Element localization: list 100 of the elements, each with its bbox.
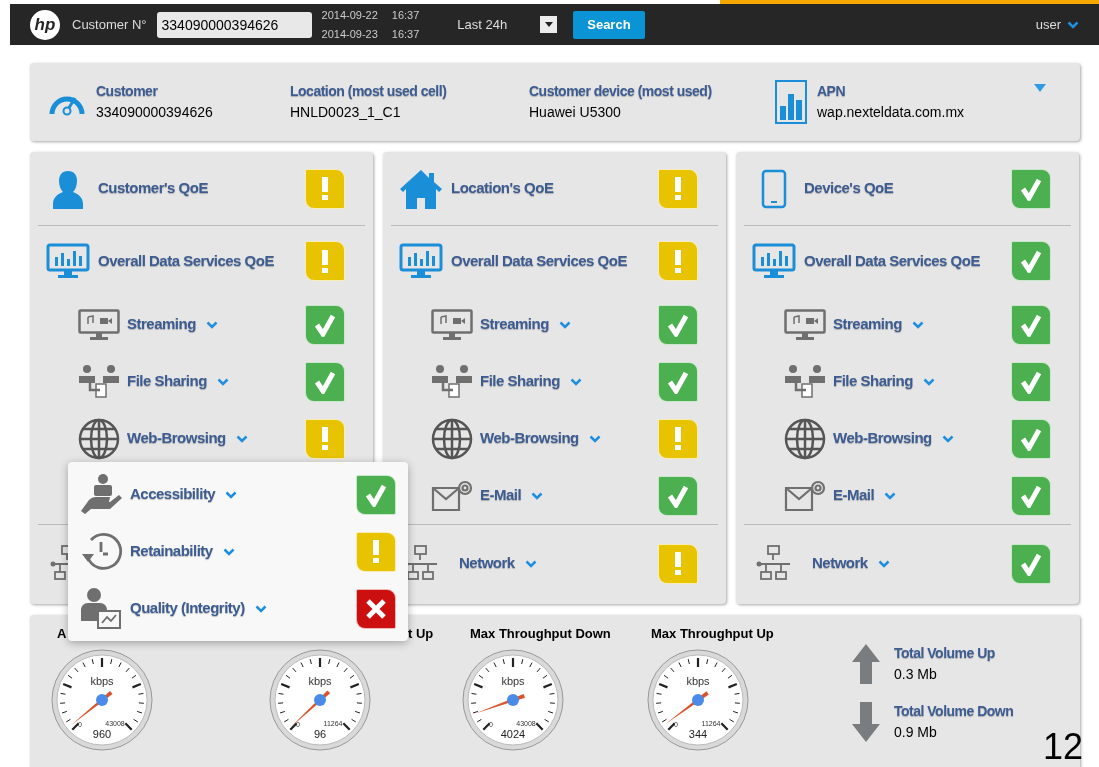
panel-title: Location's QoE bbox=[451, 178, 555, 199]
gauge-value-text: 344 bbox=[688, 728, 708, 740]
gauge-value-text: 96 bbox=[313, 728, 327, 740]
gauge-title: Max Throughput Up bbox=[651, 625, 774, 640]
check-icon bbox=[1020, 369, 1042, 394]
phone-icon bbox=[759, 168, 789, 209]
volume-label: Total Volume Up bbox=[894, 644, 995, 663]
exclamation-icon bbox=[322, 249, 328, 273]
exclamation-icon bbox=[675, 427, 681, 450]
person-icon bbox=[52, 168, 84, 209]
info-label: Customer device (most used) bbox=[529, 82, 712, 101]
date-text: 2014-09-23 bbox=[321, 27, 378, 42]
service-label[interactable]: E-Mail bbox=[833, 484, 875, 507]
section-title: Overall Data Services QoE bbox=[804, 250, 981, 271]
exclamation-icon bbox=[675, 552, 681, 575]
gauge-title: Max Throughput Down bbox=[470, 625, 611, 640]
chevron-icon bbox=[225, 490, 238, 499]
period-select[interactable]: Last 24h bbox=[457, 14, 508, 35]
menu-item-label[interactable]: Quality (Integrity) bbox=[130, 597, 245, 620]
check-icon bbox=[1020, 551, 1042, 576]
globe-icon bbox=[431, 417, 473, 460]
volume-label: Total Volume Down bbox=[894, 702, 1014, 721]
date-text: 2014-09-22 bbox=[321, 7, 378, 23]
service-label[interactable]: File Sharing bbox=[480, 370, 560, 393]
service-label[interactable]: Web-Browsing bbox=[127, 427, 226, 450]
exclamation-icon bbox=[373, 540, 379, 563]
check-icon bbox=[1020, 426, 1042, 451]
info-value: HNLD0023_1_C1 bbox=[290, 103, 402, 122]
service-label[interactable]: Web-Browsing bbox=[833, 427, 932, 450]
envelope-icon bbox=[784, 479, 826, 512]
service-label[interactable]: File Sharing bbox=[833, 370, 913, 393]
check-icon bbox=[314, 369, 336, 394]
exclamation-icon bbox=[322, 177, 328, 200]
service-label[interactable]: Streaming bbox=[833, 313, 902, 336]
page-number: 12 bbox=[1042, 729, 1083, 765]
chevron-icon bbox=[558, 320, 571, 329]
service-label[interactable]: E-Mail bbox=[480, 484, 522, 507]
info-label: Customer bbox=[96, 82, 159, 101]
monitor-media-icon bbox=[78, 308, 120, 341]
unit-text: kbps bbox=[308, 675, 332, 687]
check-icon bbox=[667, 483, 689, 508]
section-title: Overall Data Services QoE bbox=[98, 250, 275, 271]
monitor-chart-icon bbox=[399, 243, 443, 279]
network-label[interactable]: Network bbox=[812, 552, 868, 575]
down-arrow-icon bbox=[852, 702, 880, 742]
check-icon bbox=[314, 312, 336, 337]
people-exchange-icon bbox=[78, 363, 120, 400]
menu-item-label[interactable]: Retainability bbox=[130, 540, 213, 563]
chevron-icon bbox=[531, 491, 544, 500]
exclamation-icon bbox=[675, 249, 681, 273]
gauge-title: t Up bbox=[408, 625, 434, 640]
user-menu[interactable]: user bbox=[1035, 14, 1061, 35]
service-label[interactable]: Web-Browsing bbox=[480, 427, 579, 450]
chevron-icon bbox=[569, 377, 582, 386]
search-button[interactable]: Search bbox=[573, 10, 645, 39]
globe-icon bbox=[78, 417, 120, 460]
monitor-chart-icon bbox=[752, 243, 796, 279]
service-label[interactable]: File Sharing bbox=[127, 370, 207, 393]
monitor-media-icon bbox=[784, 308, 826, 341]
field-label: Customer N° bbox=[72, 15, 147, 34]
gauge-title: A bbox=[57, 625, 67, 640]
bar-chart-icon bbox=[775, 80, 807, 124]
chevron-icon bbox=[216, 377, 229, 386]
hp-logo: hp bbox=[30, 9, 60, 40]
unit-text: kbps bbox=[686, 675, 710, 687]
hand-person-icon bbox=[79, 472, 123, 517]
chevron-icon bbox=[588, 434, 601, 443]
chevron-icon bbox=[235, 434, 248, 443]
monitor-chart-icon bbox=[46, 243, 90, 279]
people-exchange-icon bbox=[431, 363, 473, 400]
check-icon bbox=[667, 312, 689, 337]
chevron-icon bbox=[877, 559, 890, 568]
gauge-value-text: 4024 bbox=[500, 728, 526, 740]
unit-text: kbps bbox=[90, 675, 114, 687]
info-value: Huawei U5300 bbox=[529, 103, 622, 122]
time-text: 16:37 bbox=[391, 7, 420, 23]
time-text: 16:37 bbox=[391, 27, 420, 42]
menu-item-label[interactable]: Accessibility bbox=[130, 483, 216, 506]
service-label[interactable]: Streaming bbox=[127, 313, 196, 336]
service-label[interactable]: Streaming bbox=[480, 313, 549, 336]
chevron-icon bbox=[205, 320, 218, 329]
house-icon bbox=[399, 167, 443, 210]
chevron-icon bbox=[911, 320, 924, 329]
envelope-icon bbox=[431, 479, 473, 512]
volume-value: 0.9 Mb bbox=[894, 723, 938, 742]
network-label[interactable]: Network bbox=[459, 552, 515, 575]
info-value: 334090000394626 bbox=[96, 103, 213, 122]
panel-title: Device's QoE bbox=[804, 178, 895, 199]
dropdown-triangle-icon bbox=[1034, 84, 1047, 92]
chevron-icon bbox=[222, 547, 235, 556]
chevron-icon bbox=[1067, 20, 1079, 29]
cross-icon bbox=[365, 597, 387, 620]
info-value: wap.nexteldata.com.mx bbox=[817, 103, 965, 122]
check-icon bbox=[365, 482, 387, 507]
chevron-icon bbox=[254, 604, 267, 613]
globe-icon bbox=[784, 417, 826, 460]
customer-number-field[interactable]: 334090000394626 bbox=[156, 11, 312, 38]
chevron-icon bbox=[941, 434, 954, 443]
check-icon bbox=[1020, 176, 1042, 201]
dropdown-button[interactable] bbox=[540, 16, 558, 33]
